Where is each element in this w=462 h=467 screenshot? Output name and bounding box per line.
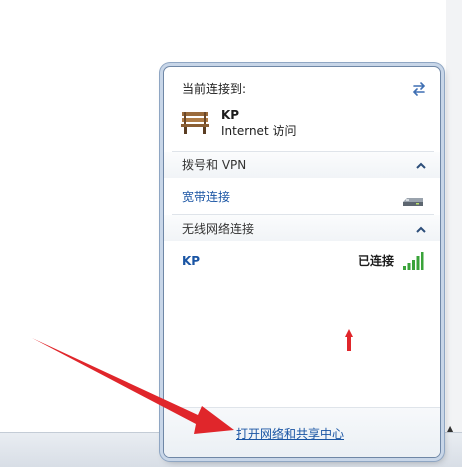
network-popup: 当前连接到: KP Internet 访问 拨号和 VPN 宽带连接 无线网络连… (163, 66, 441, 458)
wifi-network-name[interactable]: KP (182, 255, 200, 267)
wifi-connection-status: 已连接 (358, 254, 395, 268)
bench-icon (181, 112, 209, 134)
connected-network-name: KP (221, 108, 240, 122)
current-connection-heading: 当前连接到: (182, 82, 247, 96)
wireless-section-title: 无线网络连接 (182, 222, 255, 236)
collapse-caret-icon[interactable] (416, 226, 426, 233)
refresh-arrows-icon[interactable] (409, 80, 429, 96)
connected-network-access: Internet 访问 (221, 124, 297, 138)
dialup-section-title: 拨号和 VPN (182, 158, 247, 172)
modem-icon (403, 198, 423, 206)
signal-bars-icon (403, 252, 424, 270)
background-strip (446, 0, 462, 466)
collapse-caret-icon[interactable] (416, 162, 426, 169)
network-sharing-center-link[interactable]: 打开网络和共享中心 (236, 428, 344, 440)
taskbar-caret-icon[interactable]: ▲ (447, 424, 453, 433)
broadband-connection-link[interactable]: 宽带连接 (182, 191, 230, 203)
